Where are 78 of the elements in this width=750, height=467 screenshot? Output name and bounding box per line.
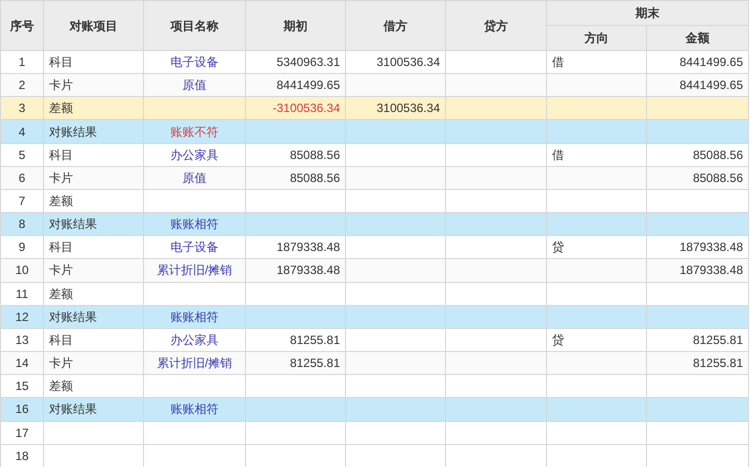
table-cell: 9 (0, 236, 44, 259)
table-cell: 差额 (44, 374, 144, 398)
table-cell: 科目 (44, 143, 144, 166)
table-cell: 81255.81 (246, 352, 346, 375)
table-cell: 差额 (44, 282, 144, 306)
table-cell: 85088.56 (246, 166, 346, 190)
table-cell: 13 (0, 328, 44, 352)
table-cell: 科目 (44, 236, 144, 259)
table-cell: 对账结果 (44, 120, 144, 144)
table-cell: 1879338.48 (246, 258, 346, 282)
table-cell: 8 (0, 212, 44, 236)
table-cell: 11 (0, 282, 44, 306)
table-cell: 办公家具 (144, 143, 246, 166)
table-cell: 账账相符 (144, 212, 246, 236)
table-cell: 15 (0, 374, 44, 398)
table-cell: 电子设备 (144, 236, 246, 259)
table-cell: 借 (546, 50, 646, 74)
table-cell: 14 (0, 352, 44, 375)
table-cell: 卡片 (44, 166, 144, 190)
table-cell: 累计折旧/摊销 (144, 352, 246, 375)
table-cell: 对账结果 (44, 398, 144, 421)
table-cell: 4 (0, 120, 44, 144)
table-cell: 科目 (44, 50, 144, 74)
column-header: 期初 (246, 0, 346, 50)
table-cell: 7 (0, 189, 44, 213)
table-cell: 3 (0, 96, 44, 120)
table-cell: 账账相符 (144, 398, 246, 421)
table-cell: 科目 (44, 328, 144, 352)
table-cell: 10 (0, 258, 44, 282)
table-cell: 16 (0, 398, 44, 421)
table-cell: 81255.81 (646, 328, 748, 352)
table-cell: 1879338.48 (646, 236, 748, 259)
table-cell: 1 (0, 50, 44, 74)
column-header: 金额 (646, 26, 748, 50)
table-cell: 差额 (44, 96, 144, 120)
table-cell: 6 (0, 166, 44, 190)
table-cell: 8441499.65 (646, 74, 748, 97)
table-cell: 电子设备 (144, 50, 246, 74)
table-cell: 18 (0, 444, 44, 467)
table-cell: 1879338.48 (646, 258, 748, 282)
table-cell: 对账结果 (44, 212, 144, 236)
column-header: 对账项目 (44, 0, 144, 50)
table-cell: 账账不符 (144, 120, 246, 144)
table-cell: 8441499.65 (646, 50, 748, 74)
table-cell: 原值 (144, 166, 246, 190)
table-cell: 累计折旧/摊销 (144, 258, 246, 282)
table-cell: 原值 (144, 74, 246, 97)
table-cell: 85088.56 (646, 143, 748, 166)
table-cell: 借 (546, 143, 646, 166)
table-cell: 贷 (546, 328, 646, 352)
table-cell: 8441499.65 (246, 74, 346, 97)
table-cell: 85088.56 (246, 143, 346, 166)
table-cell: 81255.81 (646, 352, 748, 375)
table-cell: 贷 (546, 236, 646, 259)
table-cell: 对账结果 (44, 305, 144, 328)
column-header: 方向 (546, 26, 646, 50)
table-cell: 3100536.34 (346, 50, 446, 74)
table-cell: 85088.56 (646, 166, 748, 190)
table-cell: -3100536.34 (246, 96, 346, 120)
table-cell: 1879338.48 (246, 236, 346, 259)
table-cell: 5340963.31 (246, 50, 346, 74)
table-cell: 办公家具 (144, 328, 246, 352)
column-header: 序号 (0, 0, 44, 50)
table-cell: 5 (0, 143, 44, 166)
table-cell: 卡片 (44, 258, 144, 282)
column-header: 借方 (346, 0, 446, 50)
table-cell: 3100536.34 (346, 96, 446, 120)
table-cell: 卡片 (44, 74, 144, 97)
table-cell: 17 (0, 421, 44, 444)
table-cell: 2 (0, 74, 44, 97)
table-cell: 81255.81 (246, 328, 346, 352)
table-cell: 卡片 (44, 352, 144, 375)
column-header: 项目名称 (144, 0, 246, 50)
column-header: 期末 (546, 0, 748, 26)
table-cell: 差额 (44, 189, 144, 213)
column-header: 贷方 (446, 0, 546, 50)
table-cell: 账账相符 (144, 305, 246, 328)
table-cell: 12 (0, 305, 44, 328)
